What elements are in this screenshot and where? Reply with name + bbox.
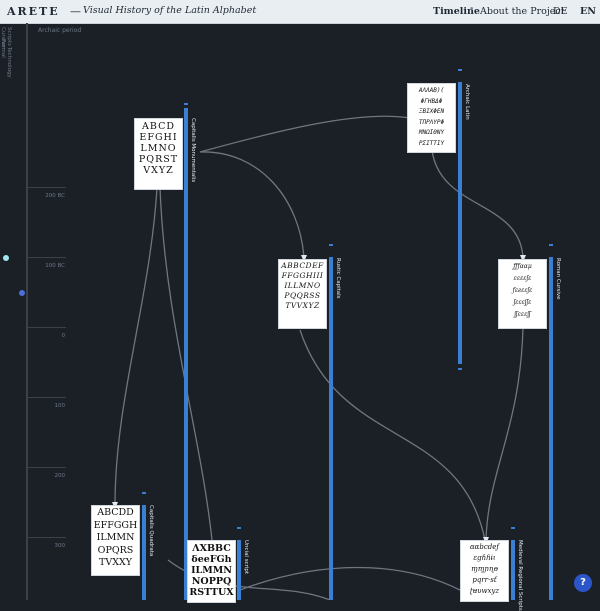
sample-line: ɛɡɦɦɨɩ [473, 554, 496, 562]
sample-line: ΑΛΛΑΒ)( [418, 87, 445, 94]
sample-line: TVXXY [99, 557, 132, 568]
link-monumentalis-rustic [199, 151, 305, 259]
card-medieval-regional-scripts[interactable]: ɑɑbcdeƒ ɛɡɦɦɨɩ ɱɱɲɳɵ pqrr·sƭ ʈʉʋwxyz [461, 541, 508, 601]
bar-archaic-latin[interactable] [458, 82, 462, 364]
sample-line: ʃʃɛɛɛʃʃ [514, 311, 531, 318]
bar-rustic-capitals[interactable] [329, 257, 333, 600]
link-cursive-medieval [485, 327, 524, 541]
sample-line: ɱɱɲɳɵ [471, 565, 498, 573]
bar-uncial-script[interactable] [237, 540, 241, 600]
bar-capitalis-monumentalis[interactable] [184, 108, 188, 600]
label-capitalis-monumentalis[interactable]: Capitalis Monumentalis [190, 118, 196, 182]
sample-line: OPQRS [97, 544, 134, 556]
sample-line: ʃɛɛɛʃʃɛ [513, 299, 532, 306]
bar-roman-cursive[interactable] [549, 257, 553, 600]
sample-line: ɛɛɛɛʃɛ [513, 275, 532, 282]
card-archaic-latin[interactable]: ΑΛΛΑΒ)( ΦΓΗΒΔΦ ΞΒΙΧΦΕΝ ΤΠΡΛΥΡΦ ΜΝΩΙΘΝΥ Ρ… [408, 84, 455, 152]
bar-capitalis-quadrata[interactable] [142, 505, 146, 600]
sample-line: ΜΝΩΙΘΝΥ [418, 129, 445, 136]
sample-line: ILMMN [191, 565, 232, 576]
sample-line: RSTTUX [189, 587, 234, 598]
bar-cap [549, 244, 553, 246]
sample-line: ILMMN [96, 532, 135, 543]
label-rustic-capitals[interactable]: Rustic Capitals [335, 258, 341, 299]
sample-line: ABCD [142, 121, 175, 132]
sample-line: ʈʉʋwxyz [469, 587, 500, 595]
sample-line: LMNO [140, 143, 177, 154]
bar-cap [329, 244, 333, 246]
sample-line: ƒƒƒααμ [513, 263, 532, 270]
sample-line: EFFGGH [93, 519, 138, 531]
label-uncial-script[interactable]: Uncial script [243, 540, 249, 574]
sample-line: TVVXYZ [285, 301, 320, 310]
sample-line: VXYZ [143, 165, 174, 176]
bar-cap [458, 69, 462, 71]
label-roman-cursive[interactable]: Roman Cursive [555, 258, 561, 300]
link-uncial-medieval [239, 566, 461, 591]
card-uncial-script[interactable]: ΛXBBC δeeFGh ILMMN NOPPQ RSTTUX [188, 541, 235, 602]
sample-line: FFGGHIII [281, 271, 324, 280]
bar-cap [184, 103, 188, 105]
sample-line: ILLMNO [284, 281, 321, 290]
link-monumentalis-quadrata [114, 187, 158, 506]
sample-line: ΦΓΗΒΔΦ [420, 97, 443, 105]
link-archaic-cursive [431, 149, 524, 259]
sample-line: ΛXBBC [192, 543, 231, 554]
sample-line: ΤΠΡΛΥΡΦ [418, 118, 445, 126]
sample-line: pqrr·sƭ [472, 576, 497, 584]
sample-line: ABCDD [97, 507, 134, 518]
card-roman-cursive[interactable]: ƒƒƒααμ ɛɛɛɛʃɛ ƒɛƨɛɛʃɛ ʃɛɛɛʃʃɛ ʃʃɛɛɛʃʃ [499, 260, 546, 328]
sample-line: PQQRSS [284, 291, 321, 300]
bar-cap [142, 492, 146, 494]
bar-cap [237, 527, 241, 529]
link-monumentalis-archaic [199, 115, 411, 153]
sample-line: ABBCDEF [281, 261, 324, 270]
bar-medieval-regional-scripts[interactable] [511, 540, 515, 600]
card-capitalis-quadrata[interactable]: ABCDD EFFGGH ILMMN OPQRS TVXXY [92, 506, 139, 575]
sample-line: ΞΒΙΧΦΕΝ [418, 108, 445, 115]
card-capitalis-monumentalis[interactable]: ABCD EFGHI LMNO PQRST VXYZ [135, 119, 182, 189]
card-rustic-capitals[interactable]: ABBCDEF FFGGHIII ILLMNO PQQRSS TVVXYZ [279, 260, 326, 328]
help-button[interactable]: ? [574, 574, 592, 592]
label-capitalis-quadrata[interactable]: Capitalis Quadrata [148, 505, 154, 556]
bar-cap [511, 527, 515, 529]
label-medieval-regional-scripts[interactable]: Medieval Regional Scripts [517, 540, 523, 611]
sample-line: δeeFGh [191, 554, 232, 565]
sample-line: PQRST [138, 154, 179, 165]
sample-line: ɑɑbcdeƒ [469, 543, 500, 551]
sample-line: EFGHI [139, 132, 178, 143]
sample-line: ƒɛƨɛɛʃɛ [512, 287, 533, 294]
sample-line: NOPPQ [191, 576, 232, 587]
bar-cap [458, 368, 462, 370]
label-archaic-latin[interactable]: Archaic Latin [464, 84, 470, 120]
sample-line: ΡΣΙΤΤΙΥ [418, 139, 445, 147]
